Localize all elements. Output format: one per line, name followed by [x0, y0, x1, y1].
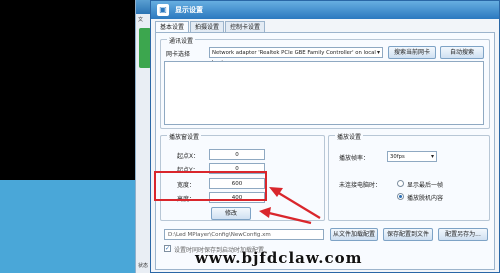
search-current-nic-button[interactable]: 搜索当前网卡	[388, 46, 436, 59]
desktop-background	[0, 0, 150, 180]
config-path-field[interactable]: D:\Led MPlayer\Config\NewConfig.xm	[164, 229, 324, 240]
tab-panel: 通讯设置 网卡选择 Network adapter 'Realtek PCIe …	[155, 32, 495, 270]
auto-search-button[interactable]: 自动搜索	[440, 46, 484, 59]
dialog-titlebar[interactable]: ▣ 显示设置	[151, 1, 499, 19]
modify-button[interactable]: 修改	[211, 207, 251, 220]
nic-list[interactable]	[164, 61, 484, 125]
nic-label: 网卡选择	[166, 51, 191, 58]
background-app-status: 状态	[138, 263, 149, 269]
app-icon: ▣	[157, 4, 169, 16]
play-offline-radio[interactable]	[397, 193, 404, 200]
play-offline-label: 播放脱机内容	[407, 195, 444, 202]
save-config-as-button[interactable]: 配置另存为...	[438, 228, 488, 241]
show-last-frame-label: 显示最后一帧	[407, 182, 444, 189]
watermark-text: www.bjfdclaw.com	[195, 249, 363, 267]
dialog-title: 显示设置	[175, 6, 203, 14]
fps-label: 播放帧率：	[339, 155, 370, 162]
background-app-menu-text: 文	[138, 17, 144, 23]
start-x-field[interactable]: 0	[209, 149, 265, 160]
chevron-down-icon: ▾	[376, 49, 380, 56]
highlight-box	[154, 171, 267, 201]
load-config-button[interactable]: 从文件加载配置	[330, 228, 378, 241]
fps-select-value: 30fps	[390, 154, 405, 160]
playback-group: 播放设置 播放帧率： 30fps ▾ 未连接电脑时： 显示最后一帧 播放脱机内容	[328, 132, 490, 221]
nic-select[interactable]: Network adapter 'Realtek PCIe GBE Family…	[209, 47, 383, 66]
comm-group-title: 通讯设置	[167, 36, 196, 45]
fps-select[interactable]: 30fps ▾	[387, 151, 437, 162]
save-on-startup-checkbox[interactable]: ✓	[164, 245, 171, 252]
display-group-title: 播放窗设置	[167, 132, 202, 141]
save-config-button[interactable]: 保存配置到文件	[383, 228, 433, 241]
chevron-down-icon: ▾	[430, 153, 434, 160]
start-x-label: 起点X：	[177, 153, 200, 160]
playback-group-title: 播放设置	[335, 132, 364, 141]
show-last-frame-radio[interactable]	[397, 180, 404, 187]
arrow-to-modify-button	[259, 207, 312, 225]
desktop-blue-area	[0, 180, 135, 273]
settings-dialog: ▣ 显示设置 基本设置 拍摄设置 控制卡设置 通讯设置 网卡选择 Network…	[150, 0, 500, 273]
offline-label: 未连接电脑时：	[339, 182, 382, 189]
